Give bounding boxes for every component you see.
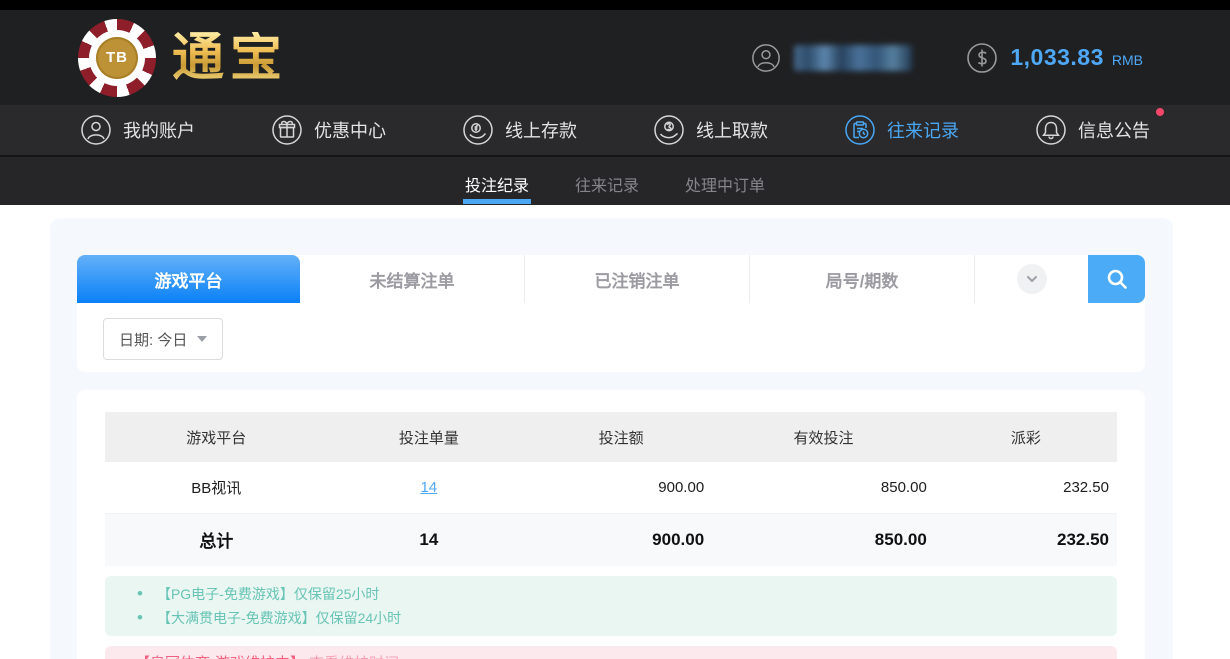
maintenance-notice-box: 【皇冠体育-游戏维护中】 查看维护时间 (105, 646, 1117, 659)
results-card: 游戏平台 投注单量 投注额 有效投注 派彩 BB视讯 14 900.00 850… (77, 390, 1145, 659)
info-notice-line: • 【大满贯电子-免费游戏】仅保留24小时 (105, 606, 1117, 630)
subnav-label: 往来记录 (575, 178, 639, 195)
content-wrapper: 游戏平台 未结算注单 已注销注单 局号/期数 (50, 218, 1173, 659)
nav-label: 优惠中心 (314, 117, 386, 143)
col-header-valid-bet: 有效投注 (712, 412, 935, 462)
filter-tab-round-number[interactable]: 局号/期数 (750, 255, 975, 303)
brand-name: 通宝 (172, 32, 288, 84)
bullet-icon: • (137, 606, 143, 630)
bell-icon (1035, 114, 1067, 146)
nav-label: 线上存款 (505, 117, 577, 143)
withdrawal-icon (653, 114, 685, 146)
nav-item-withdrawal[interactable]: 线上取款 (653, 114, 768, 146)
filter-tab-unsettled[interactable]: 未结算注单 (300, 255, 525, 303)
chevron-down-icon (1017, 264, 1047, 294)
info-notice-box: • 【PG电子-免费游戏】仅保留25小时 • 【大满贯电子-免费游戏】仅保留24… (105, 576, 1117, 636)
filter-tab-cancelled[interactable]: 已注销注单 (525, 255, 750, 303)
table-header-row: 游戏平台 投注单量 投注额 有效投注 派彩 (105, 412, 1117, 462)
filter-tab-game-platform[interactable]: 游戏平台 (77, 255, 300, 303)
info-notice-text: 【大满贯电子-免费游戏】仅保留24小时 (157, 606, 401, 630)
more-tabs-toggle[interactable] (975, 255, 1088, 303)
total-bet-count: 14 (328, 513, 530, 566)
subnav-label: 处理中订单 (685, 178, 765, 195)
info-notice-text: 【PG电子-免费游戏】仅保留25小时 (157, 582, 379, 606)
nav-label: 信息公告 (1078, 117, 1150, 143)
gift-icon (271, 114, 303, 146)
user-group[interactable] (751, 43, 912, 73)
bet-count-link[interactable]: 14 (420, 479, 437, 496)
notification-dot (1156, 108, 1164, 116)
table-total-row: 总计 14 900.00 850.00 232.50 (105, 513, 1117, 566)
bullet-icon: • (137, 582, 143, 606)
subnav-tab-pending-orders[interactable]: 处理中订单 (685, 157, 765, 205)
subnav-label: 投注纪录 (465, 178, 529, 195)
filter-tab-label: 游戏平台 (155, 267, 223, 292)
cell-bet-amount: 900.00 (530, 462, 712, 513)
nav-label: 往来记录 (887, 117, 959, 143)
filter-tab-label: 已注销注单 (595, 267, 680, 292)
subnav-tab-betting-records[interactable]: 投注纪录 (465, 157, 529, 205)
poker-chip-icon: TB (78, 19, 156, 97)
balance-amount: 1,033.83 (1010, 44, 1104, 71)
maintenance-time-link[interactable]: 查看维护时间 (309, 655, 399, 659)
col-header-bet-count: 投注单量 (328, 412, 530, 462)
maintenance-notice-text: 【皇冠体育-游戏维护中】 (135, 655, 305, 659)
total-payout: 232.50 (935, 513, 1117, 566)
nav-item-deposit[interactable]: 线上存款 (462, 114, 577, 146)
nav-item-announcements[interactable]: 信息公告 (1035, 114, 1150, 146)
date-filter-dropdown[interactable]: 日期: 今日 (103, 318, 223, 360)
table-row: BB视讯 14 900.00 850.00 232.50 (105, 462, 1117, 513)
search-icon (1104, 266, 1130, 292)
deposit-icon (462, 114, 494, 146)
filter-tabs: 游戏平台 未结算注单 已注销注单 局号/期数 (77, 255, 1145, 303)
header-right: 1,033.83 RMB (751, 42, 1143, 74)
site-header: TB 通宝 1,033.83 RMB (0, 10, 1230, 105)
subnav-tab-transaction-records[interactable]: 往来记录 (575, 157, 639, 205)
date-filter-label: 日期: 今日 (119, 329, 187, 350)
col-header-platform: 游戏平台 (105, 412, 328, 462)
total-bet-amount: 900.00 (530, 513, 712, 566)
nav-label: 我的账户 (123, 117, 195, 143)
brand-logo[interactable]: TB 通宝 (78, 19, 288, 97)
col-header-payout: 派彩 (935, 412, 1117, 462)
total-label: 总计 (105, 513, 328, 566)
records-icon (844, 114, 876, 146)
filter-tab-label: 未结算注单 (370, 267, 455, 292)
user-icon (751, 43, 781, 73)
nav-item-my-account[interactable]: 我的账户 (80, 114, 195, 146)
date-filter-row: 日期: 今日 (77, 303, 1145, 360)
nav-item-records[interactable]: 往来记录 (844, 114, 959, 146)
caret-down-icon (197, 336, 207, 342)
platform-summary-table: 游戏平台 投注单量 投注额 有效投注 派彩 BB视讯 14 900.00 850… (105, 412, 1117, 566)
sub-nav: 投注纪录 往来记录 处理中订单 (0, 155, 1230, 205)
account-icon (80, 114, 112, 146)
nav-label: 线上取款 (696, 117, 768, 143)
balance-currency: RMB (1112, 47, 1143, 68)
total-valid-bet: 850.00 (712, 513, 935, 566)
top-strip (0, 0, 1230, 10)
brand-badge: TB (96, 37, 138, 79)
cell-platform: BB视讯 (105, 462, 328, 513)
search-button[interactable] (1088, 255, 1145, 303)
main-nav: 我的账户 优惠中心 线上存款 (0, 105, 1230, 155)
filter-tab-label: 局号/期数 (826, 267, 899, 292)
info-notice-line: • 【PG电子-免费游戏】仅保留25小时 (105, 582, 1117, 606)
nav-item-promotions[interactable]: 优惠中心 (271, 114, 386, 146)
col-header-bet-amount: 投注额 (530, 412, 712, 462)
filter-card: 游戏平台 未结算注单 已注销注单 局号/期数 (77, 255, 1145, 372)
balance-group[interactable]: 1,033.83 RMB (966, 42, 1143, 74)
dollar-coin-icon (966, 42, 998, 74)
cell-payout: 232.50 (935, 462, 1117, 513)
cell-valid-bet: 850.00 (712, 462, 935, 513)
username-redacted (794, 45, 912, 71)
cell-bet-count: 14 (328, 462, 530, 513)
